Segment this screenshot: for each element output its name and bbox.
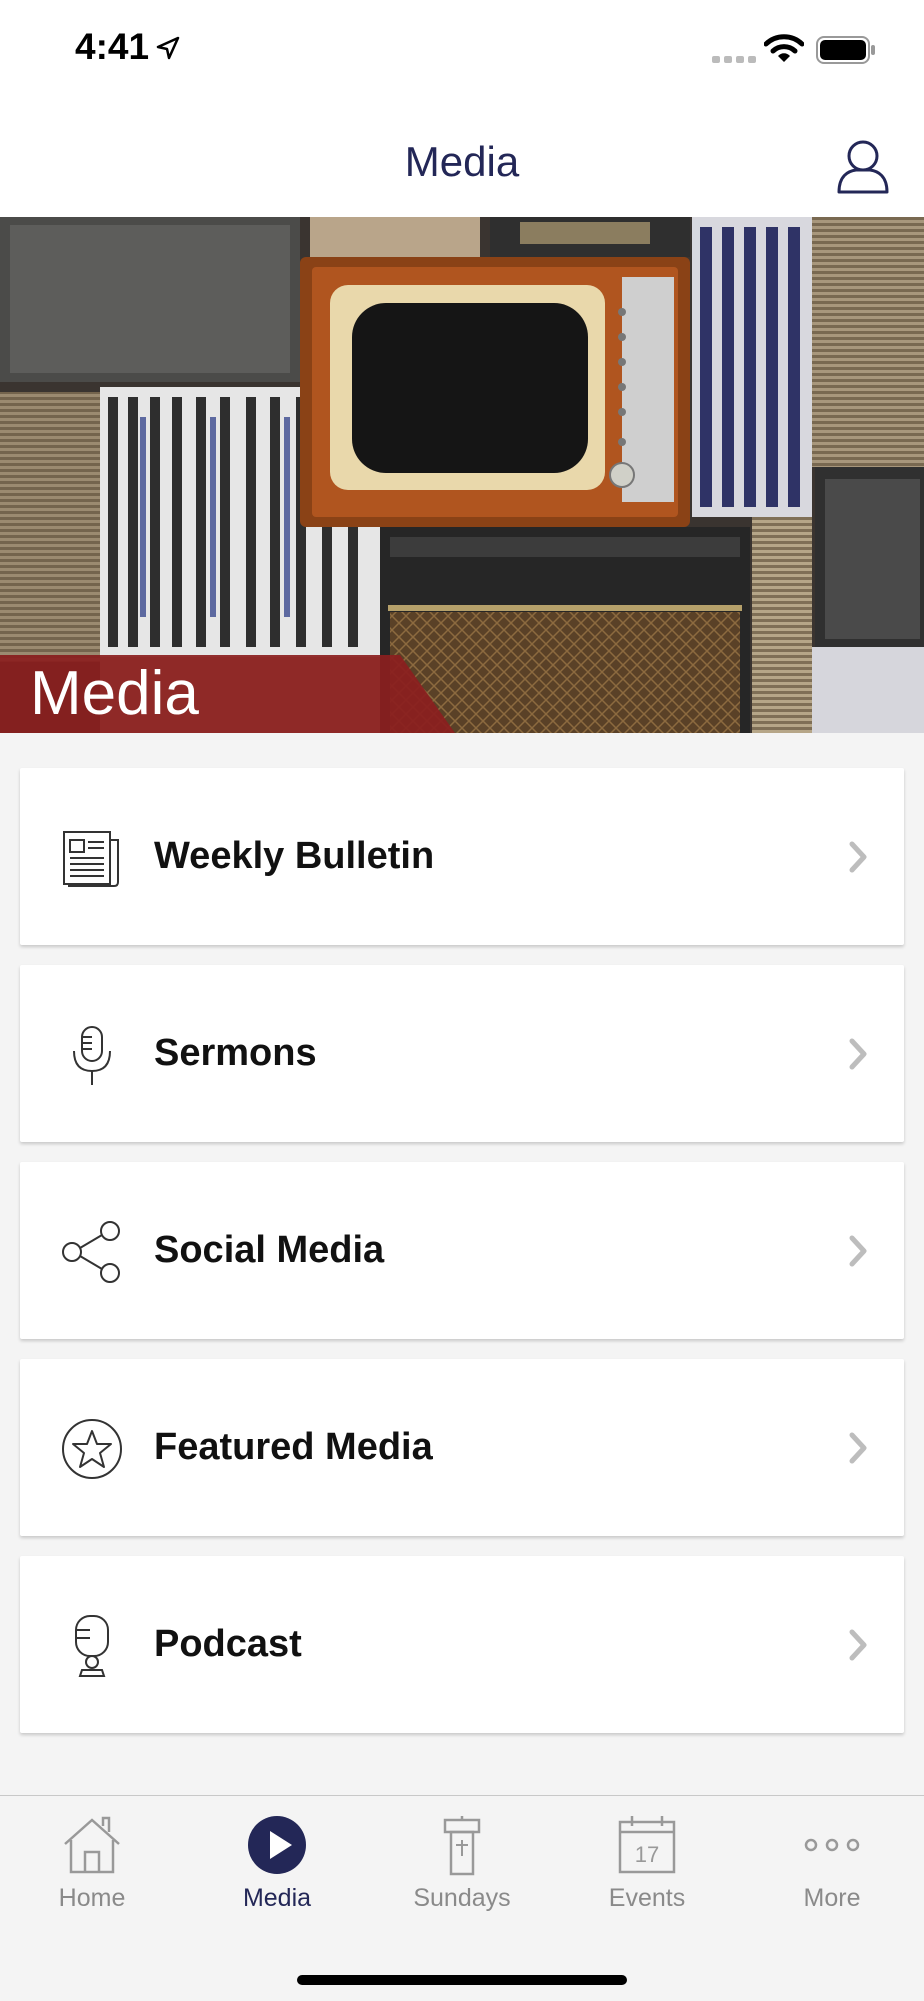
- chevron-right-icon: [849, 1432, 867, 1464]
- menu-item-social-media[interactable]: Social Media: [20, 1162, 904, 1339]
- share-icon: [62, 1221, 120, 1283]
- tab-sundays[interactable]: Sundays: [370, 1814, 554, 1934]
- pulpit-icon: [443, 1816, 481, 1876]
- tab-label: Media: [242, 1884, 312, 1912]
- more-icon: [804, 1838, 860, 1852]
- page-title: Media: [404, 138, 520, 185]
- nav-header: Media: [0, 100, 924, 217]
- media-menu-list: Weekly Bulletin Sermons Social Media Fea…: [20, 768, 904, 1753]
- tab-label: More: [803, 1884, 861, 1912]
- microphone-icon: [73, 1026, 111, 1085]
- menu-item-label: Weekly Bulletin: [154, 835, 435, 877]
- chevron-right-icon: [849, 1235, 867, 1267]
- hero-image: [0, 217, 924, 733]
- tab-events[interactable]: 17 Events: [555, 1814, 739, 1934]
- hero-caption: Media: [30, 659, 199, 728]
- calendar-day: 17: [635, 1842, 659, 1867]
- chevron-right-icon: [849, 841, 867, 873]
- hero-banner: Media: [0, 217, 924, 733]
- menu-item-label: Featured Media: [154, 1426, 433, 1468]
- tab-more[interactable]: More: [740, 1814, 924, 1934]
- wifi-icon: [764, 34, 804, 62]
- star-icon: [62, 1419, 122, 1479]
- menu-item-label: Podcast: [154, 1623, 302, 1665]
- status-bar: 4:41: [0, 0, 924, 100]
- calendar-icon: 17: [618, 1816, 676, 1874]
- tab-label: Sundays: [413, 1884, 511, 1912]
- home-icon: [64, 1816, 120, 1874]
- tab-bar: Home Media Sundays 17 Events More: [0, 1795, 924, 2001]
- menu-item-weekly-bulletin[interactable]: Weekly Bulletin: [20, 768, 904, 945]
- menu-item-featured-media[interactable]: Featured Media: [20, 1359, 904, 1536]
- menu-item-label: Sermons: [154, 1032, 317, 1074]
- tab-home[interactable]: Home: [0, 1814, 184, 1934]
- menu-item-sermons[interactable]: Sermons: [20, 965, 904, 1142]
- play-icon: [248, 1816, 306, 1874]
- location-arrow-icon: [156, 36, 180, 60]
- battery-icon: [816, 36, 875, 64]
- chevron-right-icon: [849, 1038, 867, 1070]
- menu-item-podcast[interactable]: Podcast: [20, 1556, 904, 1733]
- menu-item-label: Social Media: [154, 1229, 385, 1271]
- profile-icon[interactable]: [836, 138, 890, 194]
- tab-media[interactable]: Media: [185, 1814, 369, 1934]
- newspaper-icon: [63, 831, 119, 887]
- cellular-signal-icon: [712, 56, 756, 63]
- chevron-right-icon: [849, 1629, 867, 1661]
- tab-label: Events: [608, 1884, 686, 1912]
- podcast-icon: [75, 1615, 109, 1677]
- home-indicator[interactable]: [297, 1975, 627, 1985]
- tab-label: Home: [58, 1884, 126, 1912]
- status-time: 4:41: [75, 26, 150, 67]
